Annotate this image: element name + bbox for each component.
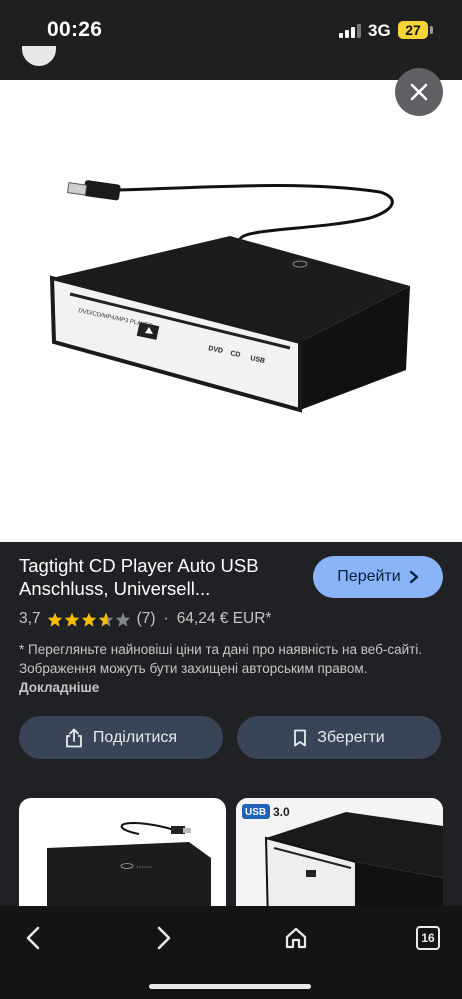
star-half-icon bbox=[98, 612, 113, 627]
back-button[interactable] bbox=[15, 920, 51, 956]
tabs-icon: 16 bbox=[416, 926, 440, 950]
related-product-image: USB 3.0 bbox=[236, 798, 443, 923]
bookmark-icon bbox=[294, 729, 307, 746]
chevron-right-icon bbox=[409, 570, 418, 584]
status-bar: 00:26 3G 27 bbox=[0, 0, 462, 62]
product-info: Tagtight CD Player Auto USB Anschluss, U… bbox=[0, 542, 462, 792]
signal-icon bbox=[339, 24, 363, 38]
star-icon bbox=[81, 612, 96, 627]
product-title-line1: Tagtight CD Player Auto USB bbox=[19, 555, 259, 576]
star-rating bbox=[47, 612, 131, 627]
forward-button[interactable] bbox=[146, 920, 182, 956]
save-button-label: Зберегти bbox=[317, 728, 385, 746]
product-title-line2: Anschluss, Universell... bbox=[19, 578, 211, 599]
separator: · bbox=[163, 610, 169, 627]
product-image: DVD/CD/MP4/MP3 PLAYER DVD CD USB bbox=[0, 80, 462, 542]
close-icon bbox=[410, 83, 428, 101]
learn-more-link[interactable]: Докладніше bbox=[19, 680, 99, 695]
disclaimer-text: * Перегляньте найновіші ціни та дані про… bbox=[19, 642, 423, 676]
network-type: 3G bbox=[368, 21, 391, 40]
page-header-band bbox=[0, 62, 462, 80]
star-empty-icon bbox=[115, 612, 130, 627]
rating-value: 3,7 bbox=[19, 610, 41, 627]
visit-button-label: Перейти bbox=[337, 568, 401, 585]
share-button[interactable]: Поділитися bbox=[19, 716, 223, 759]
close-button[interactable] bbox=[395, 68, 443, 116]
battery-tip bbox=[430, 26, 433, 34]
star-icon bbox=[47, 612, 62, 627]
price: 64,24 € EUR* bbox=[176, 610, 272, 627]
save-button[interactable]: Зберегти bbox=[237, 716, 441, 759]
usb-badge: USB bbox=[245, 807, 266, 818]
svg-text:• • • • • •: • • • • • • bbox=[137, 864, 152, 869]
home-button[interactable] bbox=[278, 920, 314, 956]
star-icon bbox=[64, 612, 79, 627]
disclaimer: * Перегляньте найновіші ціни та дані про… bbox=[19, 640, 439, 697]
home-indicator bbox=[149, 984, 311, 989]
share-button-label: Поділитися bbox=[92, 728, 178, 746]
tabs-button[interactable]: 16 bbox=[410, 920, 446, 956]
review-count: (7) bbox=[136, 610, 156, 627]
chevron-left-icon bbox=[26, 926, 40, 950]
product-title[interactable]: Tagtight CD Player Auto USB Anschluss, U… bbox=[19, 554, 299, 600]
related-product-card[interactable]: USB 3.0 bbox=[236, 798, 443, 923]
status-time: 00:26 bbox=[47, 18, 103, 41]
usb-version: 3.0 bbox=[273, 805, 290, 819]
visit-button[interactable]: Перейти bbox=[313, 556, 443, 598]
chevron-right-icon bbox=[157, 926, 171, 950]
home-icon bbox=[285, 927, 307, 949]
share-icon bbox=[66, 728, 82, 747]
related-product-card[interactable]: • • • • • • bbox=[19, 798, 226, 923]
battery-icon: 27 bbox=[398, 21, 428, 39]
related-product-image: • • • • • • bbox=[47, 822, 211, 923]
rating-row: 3,7 (7) · 64,24 € EUR* bbox=[19, 610, 271, 628]
